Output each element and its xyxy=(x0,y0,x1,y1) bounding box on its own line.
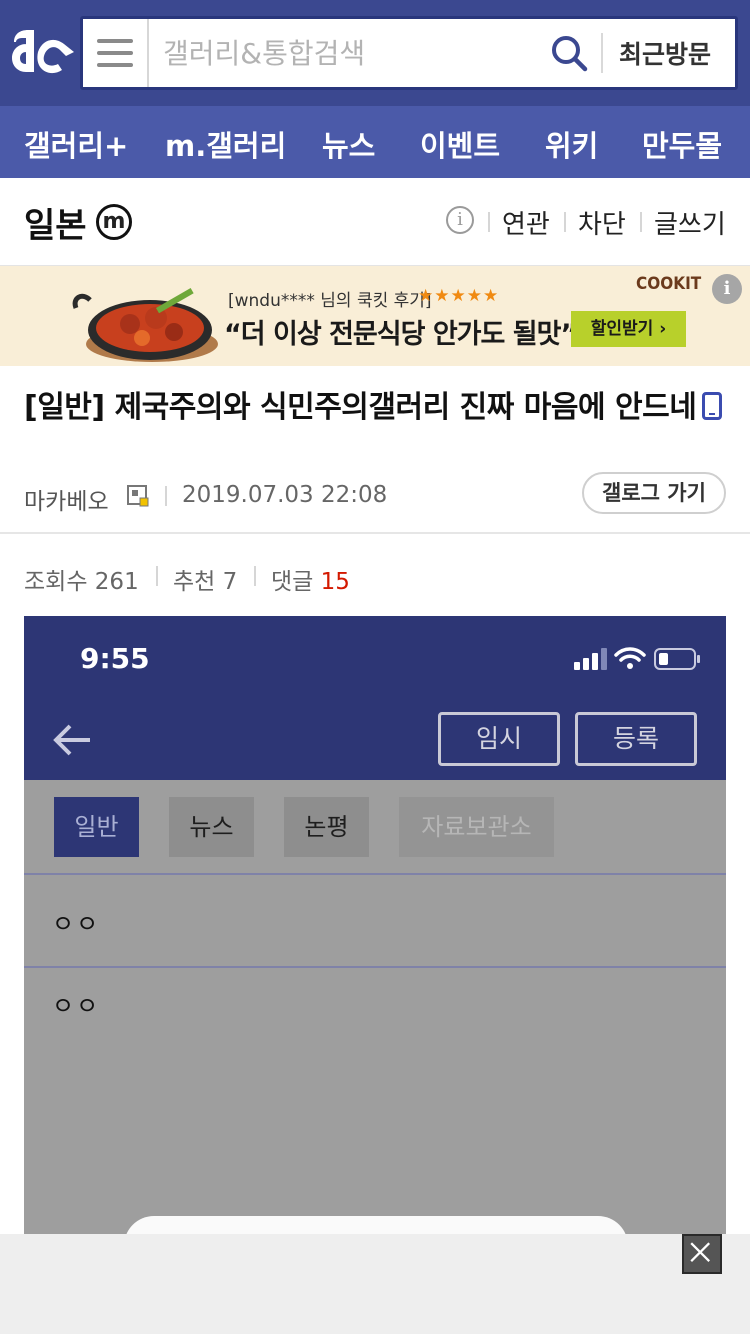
close-icon xyxy=(690,1242,710,1262)
divider xyxy=(165,486,167,506)
recommend-count-value: 7 xyxy=(222,569,238,595)
post-image: 9:55 임시 등록 일반 뉴스 논평 자료보관소 ㅇㅇ ㅇㅇ xyxy=(24,616,726,1236)
divider xyxy=(24,966,726,968)
nav-mandu-mall[interactable]: 만두몰 xyxy=(642,123,722,165)
comment-count-label: 댓글 xyxy=(271,569,314,595)
comment-count[interactable]: 댓글 15 xyxy=(271,562,350,596)
divider xyxy=(24,873,726,875)
post-date: 2019.07.03 22:08 xyxy=(182,482,388,508)
embedded-tab-news: 뉴스 xyxy=(169,797,254,857)
menu-bar-icon xyxy=(97,51,133,55)
nav-m-gallery[interactable]: m.갤러리 xyxy=(165,123,286,165)
bottom-ad-area[interactable] xyxy=(0,1234,750,1334)
embedded-status-time: 9:55 xyxy=(80,642,150,675)
divider xyxy=(0,532,750,534)
wifi-icon xyxy=(614,647,646,669)
write-link[interactable]: 글쓰기 xyxy=(654,204,726,241)
embedded-tab-commentary: 논평 xyxy=(284,797,369,857)
minor-gallery-badge: m xyxy=(96,204,132,240)
embedded-app-header: 9:55 임시 등록 xyxy=(24,616,726,780)
food-pan-image xyxy=(72,288,218,362)
post-title: [일반] 제국주의와 식민주의갤러리 진짜 마음에 안드네 xyxy=(24,386,724,430)
close-ad-button[interactable] xyxy=(682,1234,722,1274)
recommend-count: 추천 7 xyxy=(173,562,237,596)
ad-reviewer-text: [wndu**** 님의 쿡킷 후기] xyxy=(228,291,432,311)
ad-brand-logo: COOKIT xyxy=(636,274,702,294)
menu-bar-icon xyxy=(97,63,133,67)
battery-icon xyxy=(654,648,700,670)
embedded-row-text: ㅇㅇ xyxy=(52,910,101,938)
embedded-temp-button: 임시 xyxy=(438,712,560,766)
recommend-count-label: 추천 xyxy=(173,569,216,595)
ad-rating-stars: ★★★★★ xyxy=(418,286,500,306)
menu-bar-icon xyxy=(97,39,133,43)
signal-icon xyxy=(574,648,607,670)
gallery-bar: 일본 m i 연관 차단 글쓰기 xyxy=(0,178,750,266)
mobile-post-icon xyxy=(702,392,723,420)
back-arrow-icon xyxy=(53,724,90,756)
embedded-tab-general: 일반 xyxy=(54,797,139,857)
nav-event[interactable]: 이벤트 xyxy=(420,123,500,165)
related-link[interactable]: 연관 xyxy=(502,204,550,241)
divider xyxy=(488,212,490,232)
divider xyxy=(156,566,158,586)
search-box: 최근방문 xyxy=(80,16,738,90)
nav-news[interactable]: 뉴스 xyxy=(322,123,375,165)
embedded-row-text: ㅇㅇ xyxy=(52,992,101,1020)
menu-button[interactable] xyxy=(83,19,149,87)
embedded-bottom-sheet xyxy=(124,1216,628,1236)
divider xyxy=(564,212,566,232)
ad-info-icon[interactable]: i xyxy=(712,274,742,304)
post-author[interactable]: 마카베오 xyxy=(24,482,109,516)
embedded-submit-button: 등록 xyxy=(575,712,697,766)
view-count: 조회수 261 xyxy=(24,562,139,596)
divider xyxy=(601,33,603,73)
dc-logo-icon[interactable] xyxy=(8,22,78,82)
divider xyxy=(254,566,256,586)
main-nav: 갤러리+ m.갤러리 뉴스 이벤트 위키 만두몰 xyxy=(0,106,750,178)
ad-headline: “더 이상 전문식당 안가도 될맛” xyxy=(224,319,578,350)
nav-wiki[interactable]: 위키 xyxy=(545,123,598,165)
view-count-label: 조회수 xyxy=(24,569,88,595)
nav-gallery-plus[interactable]: 갤러리+ xyxy=(24,123,128,165)
ad-banner[interactable]: [wndu**** 님의 쿡킷 후기] ★★★★★ “더 이상 전문식당 안가도… xyxy=(0,266,750,366)
post-title-text: [일반] 제국주의와 식민주의갤러리 진짜 마음에 안드네 xyxy=(24,390,697,425)
fixed-nick-icon xyxy=(127,485,149,507)
top-header: 최근방문 xyxy=(0,0,750,106)
divider xyxy=(640,212,642,232)
search-icon[interactable] xyxy=(549,33,589,73)
embedded-tab-archive: 자료보관소 xyxy=(399,797,554,857)
search-input[interactable] xyxy=(163,31,543,75)
block-link[interactable]: 차단 xyxy=(578,204,626,241)
gallery-title[interactable]: 일본 xyxy=(24,198,87,247)
ad-discount-button[interactable]: 할인받기 › xyxy=(571,311,686,347)
comment-count-value: 15 xyxy=(320,569,350,595)
recent-visits-button[interactable]: 최근방문 xyxy=(619,35,711,71)
info-icon[interactable]: i xyxy=(446,206,474,234)
galog-button[interactable]: 갤로그 가기 xyxy=(582,472,726,514)
view-count-value: 261 xyxy=(94,569,139,595)
